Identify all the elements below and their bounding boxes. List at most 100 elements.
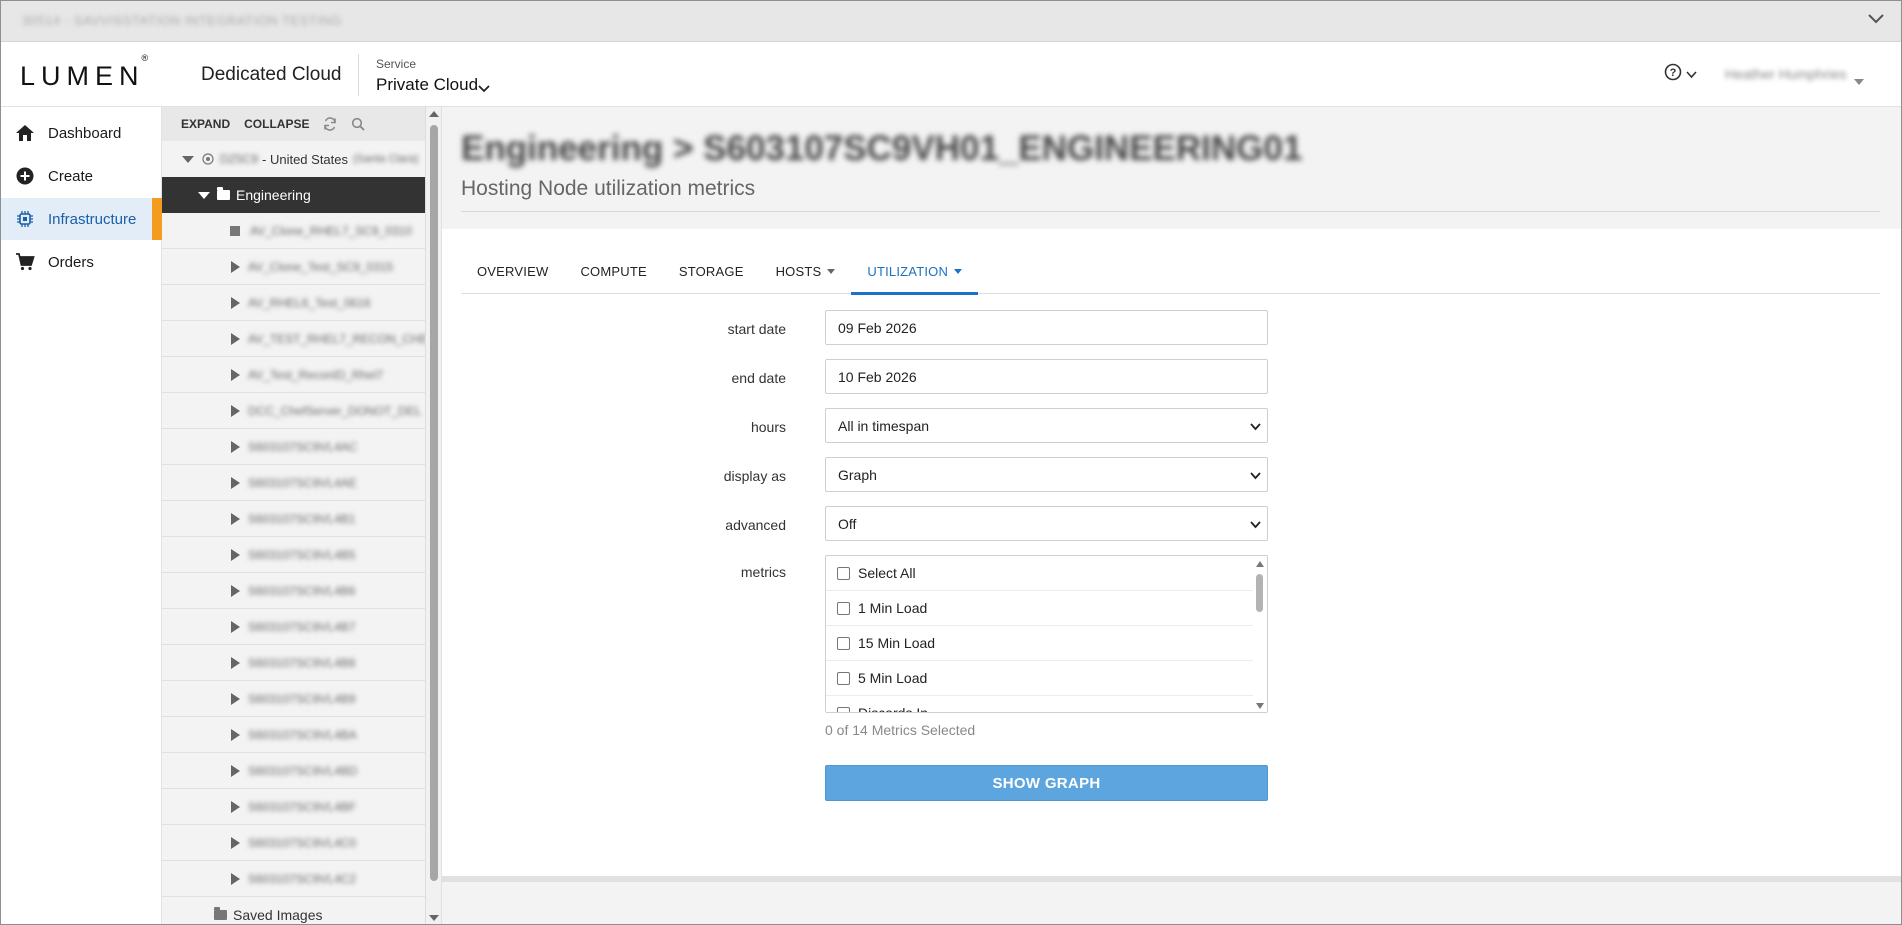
caret-down-icon	[954, 268, 963, 274]
tree-item[interactable]: AV_RHEL6_Test_0616	[162, 285, 425, 321]
show-graph-button[interactable]: SHOW GRAPH	[825, 765, 1268, 801]
checkbox[interactable]	[837, 566, 850, 580]
vm-template-icon	[230, 225, 240, 236]
scroll-up-icon[interactable]	[429, 111, 439, 117]
metric-option[interactable]: Discards In	[826, 696, 1254, 712]
tree-root-datacenter[interactable]: DZ5C9 - United States (Santa Clara)	[162, 141, 425, 177]
divider	[442, 876, 1902, 882]
tree-folder-label: Engineering	[236, 187, 311, 203]
tree-item[interactable]: S603107SC9VL4B9	[162, 681, 425, 717]
metric-option[interactable]: 1 Min Load	[826, 591, 1254, 626]
display-as-select[interactable]: Graph	[825, 457, 1268, 492]
scroll-down-icon[interactable]	[1256, 703, 1264, 709]
lumen-logo[interactable]: LUMEN®	[20, 53, 151, 92]
caret-right-icon	[231, 476, 240, 489]
tree-item[interactable]: S603107SC9VL4B6	[162, 573, 425, 609]
folder-icon	[217, 187, 230, 200]
caret-right-icon	[231, 368, 240, 381]
chevron-down-icon[interactable]	[1868, 12, 1884, 30]
banner-text: 30514 - SAVVISSTATION INTEGRATION TESTIN…	[22, 13, 342, 28]
tree-item[interactable]: AV_Test_ReconID_Rhel7	[162, 357, 425, 393]
end-date-field[interactable]: 10 Feb 2026	[825, 359, 1268, 394]
tree-item-label: S603107SC9VL4B1	[248, 511, 356, 526]
user-menu[interactable]: Heather Humphries	[1725, 66, 1846, 82]
tree-item[interactable]: S603107SC9VL4AE	[162, 465, 425, 501]
scroll-thumb[interactable]	[430, 125, 438, 881]
expand-button[interactable]: EXPAND	[181, 117, 230, 131]
product-name: Dedicated Cloud	[201, 64, 342, 85]
tree-item[interactable]: S603107SC9VL4B8	[162, 645, 425, 681]
chevron-down-icon	[1686, 66, 1697, 84]
header-divider	[358, 54, 359, 96]
tree-item[interactable]: AV_Clone_Test_SC9_0315	[162, 249, 425, 285]
metrics-count: 0 of 14 Metrics Selected	[825, 722, 976, 738]
advanced-label: advanced	[725, 517, 786, 533]
tab-utilization[interactable]: UTILIZATION	[851, 249, 978, 295]
checkbox[interactable]	[837, 706, 850, 712]
tree-item-label: S603107SC9VL4B9	[248, 691, 356, 706]
tree-item[interactable]: S603107SC9VL4BF	[162, 789, 425, 825]
tree-item[interactable]: S603107SC9VL4B5	[162, 537, 425, 573]
tree-item[interactable]: S603107SC9VL4C2	[162, 861, 425, 897]
hours-select[interactable]: All in timespan	[825, 408, 1268, 443]
caret-down-icon	[1854, 72, 1864, 90]
tree-folder-engineering[interactable]: Engineering	[162, 177, 425, 213]
tree-item[interactable]: S603107SC9VL4B1	[162, 501, 425, 537]
checkbox[interactable]	[837, 636, 850, 650]
tab-bar: OVERVIEW COMPUTE STORAGE HOSTS UTILIZATI…	[461, 249, 1880, 295]
tree-item[interactable]: AV_TEST_RHEL7_RECON_CHEF	[162, 321, 425, 357]
tree-item[interactable]: DCC_ChefServer_DONOT_DEL	[162, 393, 425, 429]
page-subtitle: Hosting Node utilization metrics	[461, 177, 756, 200]
nav-item-orders[interactable]: Orders	[0, 241, 162, 283]
datacenter-label: - United States	[262, 151, 349, 167]
caret-right-icon	[231, 728, 240, 741]
tree-folder-saved-images[interactable]: Saved Images	[162, 897, 425, 925]
tree-item[interactable]: S603107SC9VL4BA	[162, 717, 425, 753]
help-menu[interactable]: ?	[1664, 63, 1697, 86]
advanced-select[interactable]: Off	[825, 506, 1268, 541]
caret-right-icon	[231, 872, 240, 885]
tree-folder-label: Saved Images	[233, 907, 323, 923]
start-date-field[interactable]: 09 Feb 2026	[825, 310, 1268, 345]
search-icon[interactable]	[351, 117, 366, 131]
chevron-down-icon	[1250, 418, 1261, 434]
metric-label: Select All	[858, 565, 916, 581]
checkbox[interactable]	[837, 671, 850, 685]
scroll-thumb[interactable]	[1256, 574, 1263, 612]
metric-option-select-all[interactable]: Select All	[826, 556, 1254, 591]
cart-icon	[14, 251, 36, 273]
collapse-button[interactable]: COLLAPSE	[244, 117, 309, 131]
tree-item-label: S603107SC9VL4C2	[248, 871, 357, 886]
end-date-label: end date	[731, 370, 787, 386]
content-card: OVERVIEW COMPUTE STORAGE HOSTS UTILIZATI…	[442, 229, 1902, 876]
tree-item-label: S603107SC9VL4AC	[248, 439, 358, 454]
nav-item-dashboard[interactable]: Dashboard	[0, 112, 162, 154]
tree-item[interactable]: S603107SC9VL4C0	[162, 825, 425, 861]
tab-hosts[interactable]: HOSTS	[760, 249, 852, 294]
scroll-up-icon[interactable]	[1256, 561, 1264, 567]
tab-overview[interactable]: OVERVIEW	[461, 249, 564, 294]
tree-scrollbar[interactable]	[426, 107, 442, 925]
tree-item[interactable]: AV_Clone_RHEL7_SC9_0310	[162, 213, 425, 249]
metric-option[interactable]: 5 Min Load	[826, 661, 1254, 696]
service-selector[interactable]: Service Private Cloud	[362, 48, 498, 100]
tree-item[interactable]: S603107SC9VL4B7	[162, 609, 425, 645]
tree-toolbar: EXPAND COLLAPSE	[162, 107, 425, 141]
checkbox[interactable]	[837, 601, 850, 615]
caret-right-icon	[231, 332, 240, 345]
scroll-down-icon[interactable]	[429, 915, 439, 921]
nav-label: Orders	[48, 253, 94, 271]
metrics-scrollbar[interactable]	[1253, 556, 1267, 712]
nav-item-infrastructure[interactable]: Infrastructure	[0, 198, 162, 240]
caret-right-icon	[231, 836, 240, 849]
tree-item-label: AV_Test_ReconID_Rhel7	[248, 367, 384, 382]
tree-item[interactable]: S603107SC9VL4AC	[162, 429, 425, 465]
metric-option[interactable]: 15 Min Load	[826, 626, 1254, 661]
tab-compute[interactable]: COMPUTE	[564, 249, 662, 294]
nav-item-create[interactable]: Create	[0, 155, 162, 197]
tree-item[interactable]: S603107SC9VL4BD	[162, 753, 425, 789]
refresh-icon[interactable]	[323, 117, 337, 131]
resource-tree: EXPAND COLLAPSE DZ5C9 - United States (S…	[162, 107, 426, 925]
tab-storage[interactable]: STORAGE	[663, 249, 760, 294]
caret-right-icon	[231, 512, 240, 525]
